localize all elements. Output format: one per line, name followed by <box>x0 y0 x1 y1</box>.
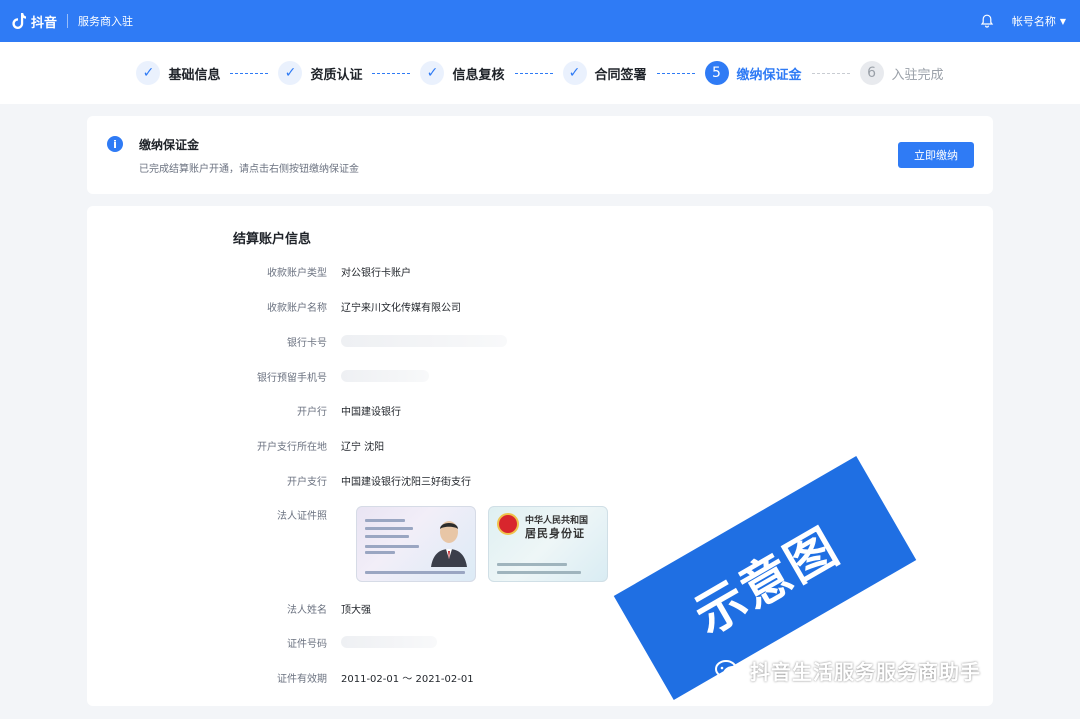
field-value: 中国建设银行沈阳三好街支行 <box>341 476 471 488</box>
step-label: 缴纳保证金 <box>736 67 802 83</box>
id-text-line <box>365 535 409 538</box>
top-navigation-bar: 抖音 服务商入驻 帐号名称 ▼ <box>0 0 1080 42</box>
id-text-line <box>365 527 413 530</box>
field-label: 开户支行所在地 <box>257 441 327 453</box>
field-label: 银行预留手机号 <box>257 372 327 384</box>
step-number: 6 <box>859 61 884 85</box>
step-1: ✓ 基础信息 <box>136 61 220 85</box>
step-connector <box>230 72 269 74</box>
onboarding-steps: ✓ 基础信息 ✓ 资质认证 ✓ 信息复核 ✓ 合同签署 5 缴纳保证金 6 入驻… <box>0 42 1080 104</box>
step-3: ✓ 信息复核 <box>420 61 505 85</box>
step-2: ✓ 资质认证 <box>278 61 362 85</box>
step-check-icon: ✓ <box>420 61 445 85</box>
field-value: 中国建设银行 <box>341 406 401 418</box>
step-connector <box>372 72 411 74</box>
step-label: 信息复核 <box>452 67 505 83</box>
field-label: 开户行 <box>297 406 327 418</box>
field-row: 银行卡号 <box>87 331 993 351</box>
step-label: 基础信息 <box>168 67 221 83</box>
field-row: 收款账户名称 辽宁来川文化传媒有限公司 <box>87 296 993 316</box>
bell-icon[interactable] <box>980 14 994 28</box>
douyin-logo[interactable]: 抖音 <box>12 12 57 31</box>
field-label: 收款账户名称 <box>267 302 327 314</box>
step-label: 入驻完成 <box>891 67 944 83</box>
field-label: 开户支行 <box>287 476 327 488</box>
field-row: 开户支行所在地 辽宁 沈阳 <box>87 435 993 455</box>
redacted-bank-card-number <box>341 335 507 347</box>
step-5: 5 缴纳保证金 <box>704 61 802 85</box>
channel-name: 抖音生活服务服务商助手 <box>750 660 981 684</box>
section-title: 结算账户信息 <box>233 232 312 247</box>
notice-description: 已完成结算账户开通，请点击右侧按钮缴纳保证金 <box>139 164 359 175</box>
field-label: 证件号码 <box>287 638 327 650</box>
redacted-id-number <box>341 636 437 648</box>
field-value: 辽宁 沈阳 <box>341 441 385 453</box>
step-label: 资质认证 <box>310 67 363 83</box>
step-connector <box>514 72 553 74</box>
wechat-channel-watermark: 抖音生活服务服务商助手 <box>714 656 981 685</box>
field-label: 银行卡号 <box>287 337 327 349</box>
step-number: 5 <box>704 61 729 85</box>
step-6: 6 入驻完成 <box>859 61 944 85</box>
step-check-icon: ✓ <box>278 61 303 85</box>
field-value: 顶大强 <box>341 604 371 616</box>
id-text-line <box>497 563 567 566</box>
id-text-line <box>365 545 419 548</box>
deposit-notice-card: i 缴纳保证金 已完成结算账户开通，请点击右侧按钮缴纳保证金 立即缴纳 <box>87 116 993 194</box>
field-row: 开户行 中国建设银行 <box>87 400 993 420</box>
field-row: 收款账户类型 对公银行卡账户 <box>87 261 993 281</box>
id-text-line <box>365 551 395 554</box>
field-row: 法人姓名 顶大强 <box>87 598 993 618</box>
topbar-divider <box>67 14 69 28</box>
account-menu[interactable]: 帐号名称 ▼ <box>1012 13 1066 29</box>
wechat-icon <box>715 659 743 682</box>
step-connector <box>656 72 695 74</box>
portrait-avatar-icon <box>431 521 467 567</box>
step-check-icon: ✓ <box>562 61 587 85</box>
topbar-right: 帐号名称 ▼ <box>980 13 1066 29</box>
national-emblem-icon <box>497 513 519 535</box>
field-label: 收款账户类型 <box>267 267 327 279</box>
id-back-subtitle: 居民身份证 <box>525 527 585 540</box>
account-name: 帐号名称 <box>1011 15 1056 28</box>
field-value: 2011-02-01 ～ 2021-02-01 <box>341 673 474 685</box>
field-value: 辽宁来川文化传媒有限公司 <box>341 302 461 314</box>
settlement-account-card: 结算账户信息 收款账户类型 对公银行卡账户 收款账户名称 辽宁来川文化传媒有限公… <box>87 206 993 706</box>
info-icon: i <box>107 136 123 152</box>
system-title: 服务商入驻 <box>78 15 134 28</box>
id-text-line <box>365 519 405 522</box>
field-row: 证件号码 <box>87 632 993 652</box>
redacted-phone-number <box>341 370 429 382</box>
field-label: 法人姓名 <box>287 604 327 616</box>
logo-text: 抖音 <box>31 15 58 31</box>
notice-title: 缴纳保证金 <box>139 138 200 152</box>
step-check-icon: ✓ <box>136 61 161 85</box>
id-card-back-image[interactable]: 中华人民共和国 居民身份证 <box>488 506 608 582</box>
id-card-front-image[interactable] <box>356 506 476 582</box>
douyin-logo-icon <box>12 13 26 29</box>
id-text-line <box>497 571 581 574</box>
field-row: 银行预留手机号 <box>87 366 993 386</box>
id-number-line <box>365 571 465 574</box>
step-label: 合同签署 <box>594 67 647 83</box>
pay-deposit-button[interactable]: 立即缴纳 <box>898 142 974 168</box>
field-label: 法人证件照 <box>277 510 327 522</box>
caret-down-icon: ▼ <box>1059 16 1066 26</box>
field-label: 证件有效期 <box>277 673 327 685</box>
field-value: 对公银行卡账户 <box>341 267 411 279</box>
step-4: ✓ 合同签署 <box>562 61 647 85</box>
step-connector <box>811 72 850 74</box>
